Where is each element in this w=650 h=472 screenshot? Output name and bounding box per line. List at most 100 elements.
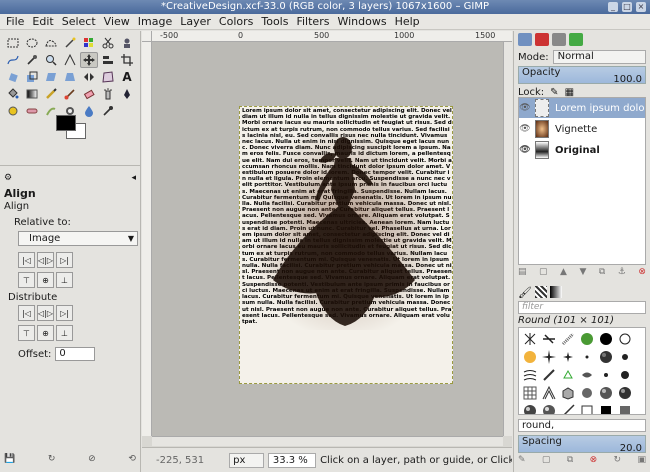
visibility-eye-icon[interactable]: 👁 [519,124,531,134]
color-swatches[interactable] [56,115,88,139]
brush-item[interactable] [559,366,577,383]
perspective-tool-icon[interactable] [61,69,79,85]
open-brush-icon[interactable]: ▣ [637,455,646,469]
restore-options-icon[interactable]: ↻ [48,454,56,468]
tool-options-tab-icon[interactable]: ⚙ [4,173,12,183]
duplicate-layer-icon[interactable]: ⧉ [599,267,605,281]
brush-item[interactable] [559,384,577,401]
horizontal-scrollbar[interactable] [152,436,503,446]
align-middle-vertical-button[interactable]: ⊕ [37,272,54,288]
brush-item[interactable] [578,330,596,347]
brush-item[interactable] [616,384,634,401]
brush-item[interactable] [578,402,596,414]
menu-file[interactable]: File [6,15,24,28]
clone-tool-icon[interactable] [4,103,22,119]
menu-image[interactable]: Image [138,15,172,28]
menu-help[interactable]: Help [395,15,420,28]
brush-item[interactable] [616,402,634,414]
shear-tool-icon[interactable] [42,69,60,85]
brush-item[interactable] [559,348,577,365]
raise-layer-icon[interactable]: ▲ [560,267,567,281]
brush-item[interactable] [521,366,539,383]
zoom-tool-icon[interactable] [42,52,60,68]
close-icon[interactable]: × [636,2,646,12]
horizontal-ruler[interactable]: -500 0 500 1000 1500 [152,31,512,42]
menu-windows[interactable]: Windows [337,15,386,28]
cage-tool-icon[interactable] [99,69,117,85]
brush-item[interactable] [597,330,615,347]
brush-item[interactable] [521,348,539,365]
menu-edit[interactable]: Edit [32,15,53,28]
brush-item[interactable] [597,402,615,414]
distribute-top-button[interactable]: ⊤ [18,325,35,341]
distribute-left-button[interactable]: |◁ [18,305,35,321]
eraser-tool-icon[interactable] [80,86,98,102]
color-picker-tool-icon[interactable] [23,52,41,68]
layer-row[interactable]: 👁 Vignette [519,119,645,139]
align-bottom-edge-button[interactable]: ⊥ [56,272,73,288]
paintbrush-tool-icon[interactable] [61,86,79,102]
maximize-icon[interactable]: □ [622,2,632,12]
rect-select-tool-icon[interactable] [4,35,22,51]
menu-select[interactable]: Select [62,15,96,28]
menu-view[interactable]: View [104,15,130,28]
delete-options-icon[interactable]: ⊘ [88,454,96,468]
offset-input[interactable]: 0 [55,347,96,361]
brush-tag-input[interactable]: round, [518,419,646,432]
rotate-tool-icon[interactable] [4,69,22,85]
opacity-slider[interactable]: Opacity 100.0 [518,66,646,85]
new-group-icon[interactable]: ▢ [539,267,548,281]
menu-colors[interactable]: Colors [219,15,253,28]
menu-layer[interactable]: Layer [180,15,211,28]
patterns-tab-icon[interactable] [534,286,547,298]
menu-tools[interactable]: Tools [261,15,288,28]
paths-tab-icon[interactable] [552,33,566,46]
align-left-edge-button[interactable]: |◁ [18,252,35,268]
brush-item[interactable] [540,366,558,383]
distribute-bottom-button[interactable]: ⊥ [56,325,73,341]
text-tool-icon[interactable]: A [118,69,136,85]
ink-tool-icon[interactable] [118,86,136,102]
align-right-edge-button[interactable]: ▷| [56,252,73,268]
blend-tool-icon[interactable] [23,86,41,102]
foreground-color-swatch[interactable] [56,115,76,131]
brush-item[interactable] [540,348,558,365]
refresh-brushes-icon[interactable]: ↻ [614,455,622,469]
free-select-tool-icon[interactable] [42,35,60,51]
layer-row[interactable]: 👁 Lorem ipsum dolo [519,98,645,118]
zoom-select[interactable]: 33.3 % [267,452,317,468]
brush-item[interactable] [597,366,615,383]
brush-item[interactable] [559,402,577,414]
brush-item[interactable] [616,366,634,383]
align-tool-icon[interactable] [99,52,117,68]
flip-tool-icon[interactable] [80,69,98,85]
crop-tool-icon[interactable] [118,52,136,68]
mode-select[interactable]: Normal [552,50,646,64]
color-select-tool-icon[interactable] [80,35,98,51]
new-brush-icon[interactable]: ▢ [542,455,551,469]
fuzzy-select-tool-icon[interactable] [61,35,79,51]
brush-item[interactable] [597,348,615,365]
heal-tool-icon[interactable] [23,103,41,119]
scissors-tool-icon[interactable] [99,35,117,51]
ruler-corner[interactable] [142,31,152,42]
brush-item[interactable] [616,330,634,347]
ellipse-select-tool-icon[interactable] [23,35,41,51]
relative-to-select[interactable]: Image ▼ [18,231,138,246]
layer-row[interactable]: 👁 Original [519,140,645,160]
brush-item[interactable] [559,330,577,347]
duplicate-brush-icon[interactable]: ⧉ [567,455,573,469]
foreground-select-tool-icon[interactable] [118,35,136,51]
paths-tool-icon[interactable] [4,52,22,68]
undo-tab-icon[interactable] [569,33,583,46]
brush-item[interactable] [521,384,539,401]
unit-select[interactable]: px [229,452,264,468]
brush-item[interactable] [540,384,558,401]
align-top-edge-button[interactable]: ⊤ [18,272,35,288]
reset-options-icon[interactable]: ⟲ [128,454,136,468]
delete-brush-icon[interactable]: ⊗ [590,455,598,469]
brush-item[interactable] [578,384,596,401]
align-center-horizontal-button[interactable]: ◁|▷ [37,252,54,268]
new-layer-icon[interactable]: ▤ [518,267,527,281]
layers-tab-icon[interactable] [518,33,532,46]
